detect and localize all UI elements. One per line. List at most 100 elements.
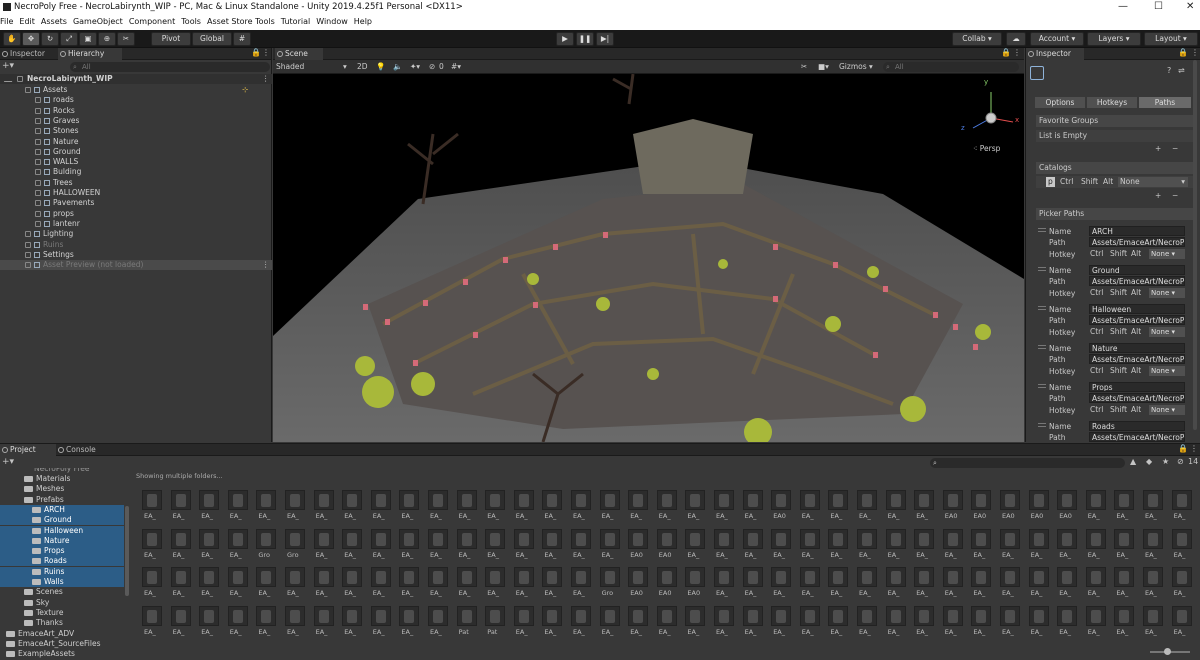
asset-thumbnail[interactable] [1143, 605, 1163, 626]
toggle-2d-button[interactable]: 2D [357, 60, 368, 74]
account-dropdown[interactable]: Account ▾ [1030, 32, 1084, 46]
asset-thumbnail[interactable] [199, 567, 220, 587]
close-icon[interactable]: ✕ [1186, 0, 1194, 13]
asset-thumbnail[interactable] [656, 605, 677, 626]
asset-thumbnail[interactable] [142, 567, 162, 587]
asset-thumbnail[interactable] [857, 528, 877, 549]
asset-thumbnail[interactable] [285, 567, 305, 587]
asset-thumbnail[interactable] [513, 605, 534, 626]
asset-thumbnail[interactable] [685, 490, 706, 510]
menu-edit[interactable]: Edit [18, 14, 40, 30]
catalog-alt-toggle[interactable]: Alt [1103, 176, 1113, 188]
asset-thumbnail[interactable] [828, 528, 849, 549]
asset-thumbnail[interactable] [256, 528, 277, 549]
project-tree-item[interactable]: Walls [0, 577, 124, 587]
asset-thumbnail[interactable] [571, 490, 591, 510]
asset-thumbnail[interactable] [428, 528, 448, 549]
asset-thumbnail[interactable] [628, 567, 649, 587]
foldout-arrow-icon[interactable] [25, 231, 31, 238]
drag-handle-icon[interactable] [1038, 306, 1046, 310]
asset-thumbnail[interactable] [742, 605, 763, 626]
asset-thumbnail[interactable] [542, 490, 563, 510]
asset-thumbnail[interactable] [513, 490, 534, 510]
asset-thumbnail[interactable] [142, 528, 162, 549]
global-toggle[interactable]: Global [192, 32, 232, 46]
asset-thumbnail[interactable] [828, 490, 849, 510]
asset-thumbnail[interactable] [485, 490, 506, 510]
asset-thumbnail[interactable] [942, 528, 963, 549]
project-lock-icon[interactable]: 🔒 [1178, 444, 1188, 453]
hotkey-ctrl-toggle[interactable]: Ctrl [1090, 404, 1103, 415]
asset-thumbnail[interactable] [771, 490, 792, 510]
hotkey-ctrl-toggle[interactable]: Ctrl [1090, 248, 1103, 259]
path-name-field[interactable]: Roads [1089, 421, 1185, 431]
asset-thumbnail[interactable] [885, 490, 906, 510]
scale-tool-button[interactable]: ⤢ [60, 32, 78, 46]
asset-thumbnail[interactable] [1000, 567, 1020, 587]
foldout-arrow-icon[interactable] [35, 97, 41, 104]
layers-dropdown[interactable]: Layers ▾ [1087, 32, 1141, 46]
asset-thumbnail[interactable] [599, 490, 620, 510]
asset-thumbnail[interactable] [971, 605, 992, 626]
asset-thumbnail[interactable] [599, 567, 620, 587]
asset-thumbnail[interactable] [1028, 567, 1049, 587]
catalog-add-button[interactable]: + [1155, 190, 1161, 201]
hidden-objects-icon[interactable]: ⊘ [429, 60, 435, 74]
asset-thumbnail[interactable] [456, 567, 477, 587]
drag-handle-icon[interactable] [1038, 345, 1046, 349]
foldout-arrow-icon[interactable] [25, 87, 31, 93]
tab-inspector[interactable]: Inspector [1026, 48, 1084, 60]
scene-menu-icon[interactable]: ⋮ [1013, 48, 1021, 57]
project-tree-item[interactable]: Roads [0, 556, 124, 567]
move-tool-button[interactable]: ✥ [22, 32, 40, 46]
effects-toggle-icon[interactable]: ✦▾ [410, 60, 420, 74]
asset-thumbnail[interactable] [942, 490, 963, 510]
asset-thumbnail[interactable] [1028, 605, 1049, 626]
foldout-arrow-icon[interactable] [35, 169, 41, 176]
path-path-field[interactable]: Assets/EmaceArt/NecroP [1089, 432, 1185, 442]
asset-thumbnail[interactable] [857, 605, 877, 626]
scene-viewport[interactable]: y x z ⁖ Persp [273, 74, 1024, 442]
project-tree-item[interactable]: Nature [0, 535, 124, 546]
hotkey-alt-toggle[interactable]: Alt [1131, 248, 1141, 259]
asset-thumbnail[interactable] [142, 605, 162, 626]
maximize-icon[interactable]: ☐ [1154, 0, 1163, 13]
asset-thumbnail[interactable] [1114, 490, 1135, 510]
hotkey-alt-toggle[interactable]: Alt [1131, 404, 1141, 415]
lighting-toggle-icon[interactable]: 💡 [376, 60, 385, 74]
hidden-packages-icon[interactable]: ⊘ [1177, 457, 1184, 466]
hierarchy-item[interactable]: lantenr [0, 219, 272, 229]
foldout-arrow-icon[interactable] [35, 107, 41, 114]
tree-scrollbar[interactable] [125, 506, 129, 596]
catalog-shift-toggle[interactable]: Shift [1081, 176, 1098, 188]
drag-handle-icon[interactable] [1038, 267, 1046, 271]
hierarchy-search-input[interactable]: ⌕ All [70, 62, 270, 72]
menu-help[interactable]: Help [353, 14, 377, 30]
asset-thumbnail[interactable] [742, 490, 763, 510]
grid-snap-button[interactable]: # [233, 32, 251, 46]
project-tree-item[interactable]: Sky [0, 598, 124, 608]
menu-tutorial[interactable]: Tutorial [280, 14, 315, 30]
menu-gameobject[interactable]: GameObject [72, 14, 128, 30]
asset-thumbnail[interactable] [1171, 490, 1192, 510]
tab-inspector-left[interactable]: Inspector [0, 48, 56, 60]
projection-label[interactable]: ⁖ Persp [973, 144, 1000, 153]
asset-thumbnail[interactable] [714, 605, 734, 626]
asset-thumbnail[interactable] [571, 605, 591, 626]
pivot-toggle[interactable]: Pivot [151, 32, 191, 46]
asset-thumbnail[interactable] [1085, 490, 1106, 510]
asset-thumbnail[interactable] [542, 528, 563, 549]
foldout-arrow-icon[interactable] [35, 210, 41, 217]
catalog-key-field[interactable]: p [1046, 177, 1055, 187]
asset-thumbnail[interactable] [399, 528, 420, 549]
asset-thumbnail[interactable] [799, 605, 820, 626]
play-button[interactable]: ▶ [556, 32, 574, 46]
asset-thumbnail[interactable] [1114, 567, 1135, 587]
asset-thumbnail[interactable] [742, 528, 763, 549]
favorite-remove-button[interactable]: − [1172, 143, 1178, 154]
asset-thumbnail[interactable] [1085, 567, 1106, 587]
asset-preview-menu-icon[interactable]: ⋮ [262, 260, 270, 270]
path-path-field[interactable]: Assets/EmaceArt/NecroP [1089, 276, 1185, 286]
project-tree-item[interactable]: EmaceArt_SourceFiles [0, 639, 124, 649]
asset-thumbnail[interactable] [199, 528, 220, 549]
